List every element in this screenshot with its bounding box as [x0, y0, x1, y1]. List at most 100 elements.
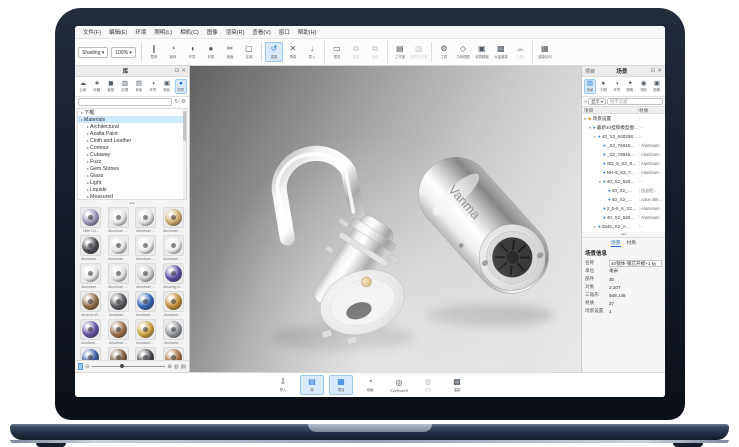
- tab-material[interactable]: 材质: [627, 239, 637, 246]
- toolbar-button-material-template[interactable]: ▣材质模板: [473, 42, 491, 62]
- menu-item[interactable]: 图像: [203, 27, 222, 37]
- scene-tree-row[interactable]: ▾●40_X2_630…-: [582, 177, 665, 186]
- material-thumbnail[interactable]: Aluminum …: [78, 263, 104, 290]
- material-thumbnail[interactable]: Aluminum …: [161, 235, 187, 262]
- thumbnail-size-slider[interactable]: [92, 366, 166, 367]
- ribbon-keyshotxr[interactable]: ◎KeyShotXR: [387, 376, 411, 395]
- library-tree-item[interactable]: ▸Liquids: [78, 186, 186, 193]
- material-thumbnail[interactable]: Aluminum …: [106, 207, 132, 234]
- library-tab-favorites[interactable]: ★收藏: [91, 79, 103, 94]
- close-icon[interactable]: ✕: [181, 68, 186, 74]
- material-thumbnail[interactable]: [106, 347, 132, 360]
- library-tree-item[interactable]: ▸下载: [78, 109, 186, 116]
- toolbar-button-orbit[interactable]: ◔旋转: [164, 42, 182, 62]
- chevron-right-icon[interactable]: »: [584, 99, 587, 105]
- settings-icon[interactable]: ⚙: [181, 99, 186, 105]
- list-view-icon[interactable]: ▤: [181, 364, 186, 370]
- library-tab-models[interactable]: ◼模型: [105, 79, 117, 94]
- project-tab-environment[interactable]: ◑环境: [611, 79, 623, 94]
- menu-item[interactable]: 帮助(H): [294, 27, 321, 37]
- scene-tree-row[interactable]: ●40_X2_…color-255…: [582, 195, 665, 204]
- toolbar-button-tools[interactable]: ⚙工具: [435, 42, 453, 62]
- library-tab-environments[interactable]: ◑环境: [147, 79, 159, 94]
- library-tree-item[interactable]: ▸Cloth and Leather: [78, 137, 186, 144]
- scene-tree-row[interactable]: ●_X2_76945…Aluminum: [582, 141, 665, 150]
- library-tree-item[interactable]: ▸Measured: [78, 193, 186, 200]
- material-thumbnail[interactable]: Amazing G…: [161, 263, 187, 290]
- ribbon-import[interactable]: ⇩导入: [271, 375, 295, 395]
- library-tree-item[interactable]: ▸Glass: [78, 172, 186, 179]
- toolbar-button-section[interactable]: ✂剖面: [221, 42, 239, 62]
- scene-search-input[interactable]: 按字过滤: [607, 98, 663, 105]
- scene-tree-row[interactable]: ▾●最新40挂锁模型图…-: [582, 123, 665, 132]
- material-thumbnail[interactable]: [78, 347, 104, 360]
- toolbar-select-shading-select[interactable]: Shading ▾: [78, 47, 108, 58]
- menu-item[interactable]: 文件(F): [79, 27, 105, 37]
- material-thumbnail[interactable]: Anodized …: [106, 319, 132, 346]
- library-tree-item[interactable]: ▸Axalta Paint: [78, 130, 186, 137]
- material-thumbnail[interactable]: Aluminum …: [161, 207, 187, 234]
- material-thumbnail[interactable]: Little Lla…: [78, 207, 104, 234]
- library-tab-textures[interactable]: ▨纹理: [119, 79, 131, 94]
- toolbar-button-import[interactable]: ↓导入: [303, 42, 321, 62]
- material-thumbnail[interactable]: [133, 347, 159, 360]
- toolbar-button-studio[interactable]: ▤工作室: [391, 42, 409, 62]
- scene-tree-row[interactable]: ▾●40_X2_63029S…-: [582, 132, 665, 141]
- menu-item[interactable]: 环境: [131, 27, 150, 37]
- menu-item[interactable]: 窗口: [275, 27, 294, 37]
- toolbar-button-region[interactable]: ▢区域: [240, 42, 258, 62]
- toolbar-button-geometry-view[interactable]: ◇几何视图: [454, 42, 472, 62]
- scene-tree-row[interactable]: ●NH-6_X2_7…Aluminum: [582, 168, 665, 177]
- ribbon-project[interactable]: ▦项目: [329, 375, 353, 395]
- project-tab-lighting[interactable]: ✦照明: [624, 79, 636, 94]
- library-tree-item[interactable]: ▸Architectural: [78, 123, 186, 130]
- toolbar-button-render-queue[interactable]: ▦渲染队列: [536, 42, 554, 62]
- material-thumbnail[interactable]: Anodized …: [78, 319, 104, 346]
- toolbar-button-environment[interactable]: ◑环境: [183, 42, 201, 62]
- material-thumbnail[interactable]: Aluminum …: [106, 235, 132, 262]
- menu-item[interactable]: 照明(L): [150, 27, 176, 37]
- library-tab-colors[interactable]: ▣颜色: [161, 79, 173, 94]
- scene-tree-row[interactable]: ▸●2540_X2_A…-: [582, 222, 665, 231]
- refresh-icon[interactable]: ↻: [174, 99, 179, 105]
- library-tree-item[interactable]: ▸Contour: [78, 144, 186, 151]
- library-tree-item[interactable]: ▸Cutaway: [78, 151, 186, 158]
- menu-item[interactable]: 渲染(R): [222, 27, 249, 37]
- material-thumbnail[interactable]: [161, 347, 187, 360]
- menu-item[interactable]: 查看(V): [248, 27, 274, 37]
- scene-tree-row[interactable]: ●_X2_76945…Aluminum: [582, 150, 665, 159]
- tab-scene[interactable]: 场景: [611, 239, 621, 247]
- toolbar-button-pause[interactable]: ∥暂停: [145, 42, 163, 62]
- ribbon-library[interactable]: ▤库: [300, 375, 324, 395]
- library-tree-item[interactable]: ▸Materials: [78, 116, 186, 123]
- show-filter-dropdown[interactable]: 显示 ▾: [588, 98, 606, 105]
- toolbar-button-material[interactable]: ●材质: [202, 42, 220, 62]
- material-thumbnail[interactable]: Aluminum …: [106, 263, 132, 290]
- scene-tree-row[interactable]: ●W2_5_X2_8…Aluminum: [582, 159, 665, 168]
- ribbon-render[interactable]: ▩渲染: [445, 375, 469, 395]
- ribbon-animation[interactable]: ◔动画: [358, 375, 382, 395]
- scene-tree-row[interactable]: ●40_X2_630…Aluminum: [582, 213, 665, 222]
- close-icon[interactable]: ✕: [657, 68, 662, 74]
- scene-tree-row[interactable]: ●40_X2_…拉丝铝…: [582, 186, 665, 195]
- library-tree-scrollbar[interactable]: [183, 109, 186, 199]
- library-search-input[interactable]: [78, 98, 172, 106]
- menu-item[interactable]: 编辑(E): [105, 27, 131, 37]
- material-thumbnail[interactable]: Anodized …: [133, 319, 159, 346]
- material-thumbnail[interactable]: Anodized …: [161, 291, 187, 318]
- view-toggle-icon[interactable]: [78, 363, 83, 370]
- menu-item[interactable]: 相机(C): [176, 27, 203, 37]
- zoom-out-icon[interactable]: ⊖: [85, 364, 90, 370]
- project-tab-camera[interactable]: ◉相机: [638, 79, 650, 94]
- material-thumbnail[interactable]: Aluminum …: [133, 235, 159, 262]
- info-value[interactable]: 40锁体-锁芯开模+1 ky: [609, 260, 662, 267]
- material-thumbnail[interactable]: Anodized …: [161, 319, 187, 346]
- float-icon[interactable]: ⊡: [651, 68, 656, 74]
- material-thumbnail[interactable]: Aluminum …: [78, 235, 104, 262]
- library-tree-item[interactable]: ▸Light: [78, 179, 186, 186]
- material-thumbnail[interactable]: Amazon W…: [78, 291, 104, 318]
- library-tree-item[interactable]: ▸Gem Stones: [78, 165, 186, 172]
- library-tab-backplates[interactable]: ▤背景: [133, 79, 145, 94]
- scene-tree-row[interactable]: ▾◆场景设置-: [582, 114, 665, 123]
- material-thumbnail[interactable]: Anodized …: [133, 291, 159, 318]
